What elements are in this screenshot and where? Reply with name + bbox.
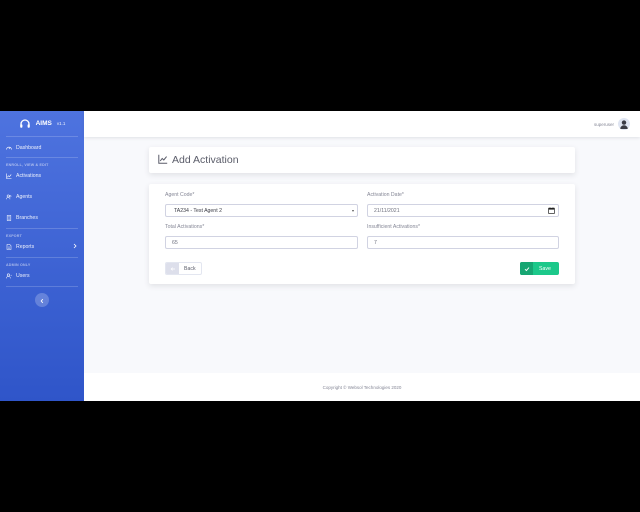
total-activations-value: 65 <box>172 239 178 246</box>
back-button-label: Back <box>184 265 196 272</box>
sidebar-item-label: Agents <box>16 194 33 200</box>
sidebar-heading-export: EXPORT <box>6 234 22 238</box>
sidebar-item-label: Branches <box>16 215 38 221</box>
page-title: Add Activation <box>172 154 239 166</box>
total-activations-label: Total Activations* <box>165 224 205 230</box>
footer: Copyright © Websol Technologies 2020 <box>84 373 640 401</box>
chart-line-icon <box>6 173 12 179</box>
sidebar-toggle-button[interactable] <box>35 293 49 307</box>
agent-code-value: TA234 - Test Agent 2 <box>174 207 222 214</box>
headset-icon <box>19 118 31 130</box>
activation-date-label: Activation Date* <box>367 192 404 198</box>
sidebar-item-reports[interactable]: Reports <box>0 240 84 254</box>
copyright-text: Copyright © Websol Technologies 2020 <box>322 384 402 390</box>
back-button[interactable]: Back <box>165 262 202 275</box>
check-icon <box>520 262 533 275</box>
page-header: Add Activation <box>149 147 575 173</box>
activation-form: Agent Code* TA234 - Test Agent 2 Activat… <box>149 184 575 284</box>
sidebar-item-label: Users <box>16 273 30 279</box>
agent-code-label: Agent Code* <box>165 192 195 198</box>
user-name[interactable]: superuser <box>594 122 614 127</box>
sidebar-item-label: Dashboard <box>16 145 42 151</box>
activation-date-value: 21/11/2021 <box>374 207 400 214</box>
agent-code-select[interactable]: TA234 - Test Agent 2 <box>165 204 358 217</box>
sidebar-heading-admin: ADMIN ONLY <box>6 263 31 267</box>
sidebar-heading-enroll: ENROLL, VIEW & EDIT <box>6 163 49 167</box>
sidebar-item-label: Activations <box>16 173 42 179</box>
save-button[interactable]: Save <box>520 262 559 275</box>
insufficient-activations-input[interactable]: 7 <box>367 236 559 249</box>
sidebar-item-activations[interactable]: Activations <box>0 169 84 183</box>
chart-line-icon <box>158 151 168 169</box>
arrow-left-icon <box>166 263 179 274</box>
users-icon <box>6 194 12 200</box>
sidebar-divider <box>6 286 78 287</box>
tachometer-icon <box>6 145 12 151</box>
calendar-icon[interactable] <box>548 207 555 214</box>
brand-version: v1.1 <box>56 121 66 126</box>
chevron-left-icon <box>39 291 45 309</box>
topbar: superuser <box>84 111 640 137</box>
user-icon <box>6 273 12 279</box>
insufficient-activations-value: 7 <box>374 239 377 246</box>
app-window: AIMS v1.1 Dashboard ENROLL, VIEW & EDIT … <box>0 111 640 401</box>
activation-date-field[interactable]: 21/11/2021 <box>367 204 559 217</box>
chevron-right-icon <box>72 243 78 251</box>
chevron-down-icon <box>352 209 354 212</box>
building-icon <box>6 215 12 221</box>
sidebar: AIMS v1.1 Dashboard ENROLL, VIEW & EDIT … <box>0 111 84 401</box>
sidebar-item-label: Reports <box>16 244 35 250</box>
sidebar-item-agents[interactable]: Agents <box>0 190 84 204</box>
sidebar-divider <box>6 228 78 229</box>
avatar[interactable] <box>618 118 630 130</box>
sidebar-item-dashboard[interactable]: Dashboard <box>6 142 78 158</box>
brand-name: AIMS <box>35 120 52 127</box>
insufficient-activations-label: Insufficient Activations* <box>367 224 420 230</box>
brand[interactable]: AIMS v1.1 <box>6 111 78 137</box>
sidebar-item-users[interactable]: Users <box>0 269 84 283</box>
sidebar-divider <box>6 257 78 258</box>
file-icon <box>6 244 12 250</box>
save-button-label: Save <box>539 265 551 272</box>
sidebar-item-branches[interactable]: Branches <box>0 211 84 225</box>
total-activations-input[interactable]: 65 <box>165 236 358 249</box>
